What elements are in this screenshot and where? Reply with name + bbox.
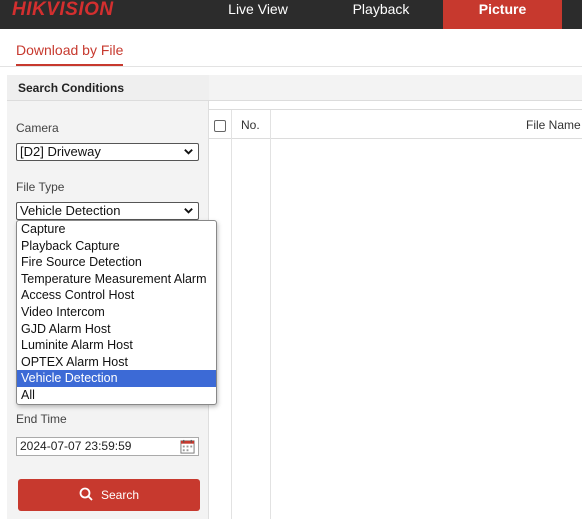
file-type-option[interactable]: OPTEX Alarm Host — [17, 354, 216, 371]
file-type-option[interactable]: All — [17, 387, 216, 404]
tab-download-by-file[interactable]: Download by File — [16, 42, 123, 58]
nav-playback[interactable]: Playback — [322, 0, 440, 29]
search-button[interactable]: Search — [18, 479, 200, 511]
nav-picture[interactable]: Picture — [443, 0, 562, 29]
file-type-option[interactable]: GJD Alarm Host — [17, 321, 216, 338]
column-divider — [270, 110, 271, 519]
file-type-option[interactable]: Luminite Alarm Host — [17, 337, 216, 354]
file-type-option[interactable]: Temperature Measurement Alarm — [17, 271, 216, 288]
column-header-file-name: File Name — [526, 118, 581, 132]
column-header-no: No. — [241, 118, 260, 132]
results-table: No. File Name — [209, 109, 582, 519]
search-button-label: Search — [100, 488, 140, 502]
end-time-label: End Time — [16, 412, 67, 426]
search-icon — [79, 487, 93, 501]
file-type-dropdown-list[interactable]: Capture Playback Capture Fire Source Det… — [16, 220, 217, 405]
chevron-down-icon — [184, 208, 193, 214]
end-time-value: 2024-07-07 23:59:59 — [20, 439, 132, 453]
hikvision-logo: HIKVISION — [12, 0, 114, 20]
chevron-down-icon — [184, 149, 193, 155]
panel-title: Search Conditions — [7, 75, 209, 101]
camera-select[interactable]: [D2] Driveway — [16, 143, 199, 161]
calendar-icon[interactable] — [180, 439, 195, 454]
file-type-option[interactable]: Access Control Host — [17, 287, 216, 304]
divider — [0, 66, 582, 67]
file-type-option-selected[interactable]: Vehicle Detection — [17, 370, 216, 387]
nav-live-view[interactable]: Live View — [208, 0, 308, 29]
file-type-select[interactable]: Vehicle Detection — [16, 202, 199, 220]
results-toolbar — [209, 75, 582, 101]
camera-select-value: [D2] Driveway — [20, 144, 101, 159]
camera-label: Camera — [16, 121, 59, 135]
select-all-checkbox[interactable] — [214, 120, 226, 132]
file-type-select-value: Vehicle Detection — [20, 203, 121, 218]
top-nav-bar: HIKVISION Live View Playback Picture — [0, 0, 582, 29]
file-type-option[interactable]: Playback Capture — [17, 238, 216, 255]
column-divider — [231, 110, 232, 519]
file-type-option[interactable]: Fire Source Detection — [17, 254, 216, 271]
file-type-label: File Type — [16, 180, 65, 194]
file-type-option[interactable]: Capture — [17, 221, 216, 238]
end-time-input[interactable]: 2024-07-07 23:59:59 — [16, 437, 199, 456]
file-type-option[interactable]: Video Intercom — [17, 304, 216, 321]
table-header-row: No. File Name — [209, 110, 582, 139]
